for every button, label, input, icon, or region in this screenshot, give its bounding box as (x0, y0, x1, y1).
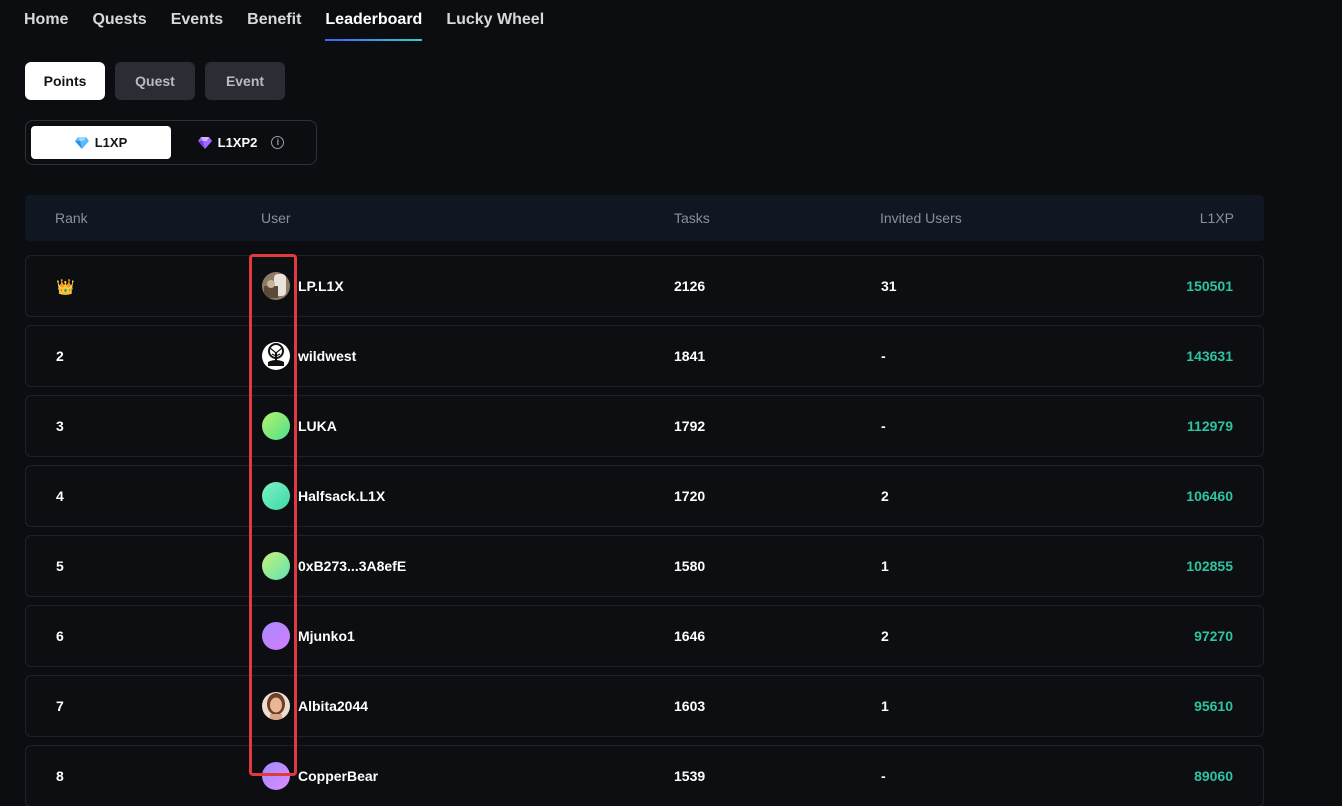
crown-icon: 👑 (56, 279, 75, 296)
user-name[interactable]: 0xB273...3A8efE (298, 558, 406, 574)
invited-count: 2 (881, 628, 889, 644)
user-name[interactable]: Albita2044 (298, 698, 368, 714)
header-l1xp: L1XP (1199, 210, 1234, 226)
l1xp-value: 97270 (1194, 628, 1233, 644)
avatar (262, 272, 290, 300)
l1xp-value: 95610 (1194, 698, 1233, 714)
tab-quest[interactable]: Quest (115, 62, 195, 100)
l1xp-value: 89060 (1194, 768, 1233, 784)
table-row[interactable]: 4 Halfsack.L1X 1720 2 106460 (25, 465, 1264, 527)
tasks-count: 1603 (674, 698, 706, 714)
avatar (262, 342, 290, 370)
tab-event[interactable]: Event (205, 62, 285, 100)
tasks-count: 2126 (674, 278, 706, 294)
currency-l1xp-button[interactable]: L1XP (31, 126, 171, 159)
tasks-count: 1720 (674, 488, 706, 504)
currency-l1xp2-button[interactable]: L1XP2 i (171, 126, 311, 159)
avatar (262, 622, 290, 650)
invited-count: - (881, 348, 886, 364)
table-row[interactable]: 👑 LP.L1X 2126 31 150501 (25, 255, 1264, 317)
rank-number: 8 (56, 768, 64, 784)
tab-points[interactable]: Points (25, 62, 105, 100)
table-row[interactable]: 8 CopperBear 1539 - 89060 (25, 745, 1264, 806)
l1xp-value: 112979 (1187, 418, 1233, 434)
user-name[interactable]: LP.L1X (298, 278, 344, 294)
user-name[interactable]: wildwest (298, 348, 356, 364)
avatar (262, 412, 290, 440)
invited-count: 31 (881, 278, 897, 294)
purple-gem-icon (197, 136, 212, 149)
nav-events[interactable]: Events (171, 0, 223, 44)
tasks-count: 1539 (674, 768, 706, 784)
avatar (262, 482, 290, 510)
table-header: Rank User Tasks Invited Users L1XP (25, 195, 1264, 241)
rank-number: 3 (56, 418, 64, 434)
l1xp-value: 102855 (1186, 558, 1233, 574)
nav-quests[interactable]: Quests (92, 0, 146, 44)
rank-number: 2 (56, 348, 64, 364)
user-name[interactable]: CopperBear (298, 768, 378, 784)
user-name[interactable]: Halfsack.L1X (298, 488, 385, 504)
currency-l1xp2-label: L1XP2 (217, 135, 258, 150)
leaderboard-page: Home Quests Events Benefit Leaderboard L… (0, 0, 1342, 806)
invited-count: - (881, 768, 886, 784)
info-icon[interactable]: i (271, 136, 285, 149)
table-row[interactable]: 2 wildwest 1841 - 143631 (25, 325, 1264, 387)
user-name[interactable]: LUKA (298, 418, 337, 434)
user-name[interactable]: Mjunko1 (298, 628, 355, 644)
invited-count: 1 (881, 558, 889, 574)
table-row[interactable]: 6 Mjunko1 1646 2 97270 (25, 605, 1264, 667)
leaderboard-type-tabs: Points Quest Event (25, 62, 285, 100)
table-row[interactable]: 7 Albita2044 1603 1 95610 (25, 675, 1264, 737)
header-tasks: Tasks (674, 210, 710, 226)
leaderboard-rows: 👑 LP.L1X 2126 31 150501 2 wildwest 1841 … (25, 255, 1264, 806)
header-rank: Rank (55, 210, 88, 226)
currency-switch: L1XP L1XP2 i (25, 120, 317, 165)
avatar (262, 762, 290, 790)
l1xp-value: 150501 (1186, 278, 1233, 294)
invited-count: 2 (881, 488, 889, 504)
header-invited-users: Invited Users (880, 210, 962, 226)
rank-number: 5 (56, 558, 64, 574)
top-nav: Home Quests Events Benefit Leaderboard L… (24, 0, 568, 44)
avatar (262, 692, 290, 720)
rank-number: 7 (56, 698, 64, 714)
rank-number: 4 (56, 488, 64, 504)
l1xp-value: 143631 (1186, 348, 1233, 364)
avatar (262, 552, 290, 580)
tasks-count: 1792 (674, 418, 706, 434)
nav-benefit[interactable]: Benefit (247, 0, 301, 44)
currency-l1xp-label: L1XP (94, 135, 128, 150)
l1xp-value: 106460 (1186, 488, 1233, 504)
nav-lucky-wheel[interactable]: Lucky Wheel (446, 0, 544, 44)
nav-home[interactable]: Home (24, 0, 68, 44)
table-row[interactable]: 3 LUKA 1792 - 112979 (25, 395, 1264, 457)
header-user: User (261, 210, 291, 226)
blue-diamond-icon (74, 136, 89, 149)
invited-count: - (881, 418, 886, 434)
table-row[interactable]: 5 0xB273...3A8efE 1580 1 102855 (25, 535, 1264, 597)
tasks-count: 1646 (674, 628, 706, 644)
tasks-count: 1841 (674, 348, 706, 364)
nav-leaderboard[interactable]: Leaderboard (325, 0, 422, 44)
tasks-count: 1580 (674, 558, 706, 574)
invited-count: 1 (881, 698, 889, 714)
rank-number: 6 (56, 628, 64, 644)
